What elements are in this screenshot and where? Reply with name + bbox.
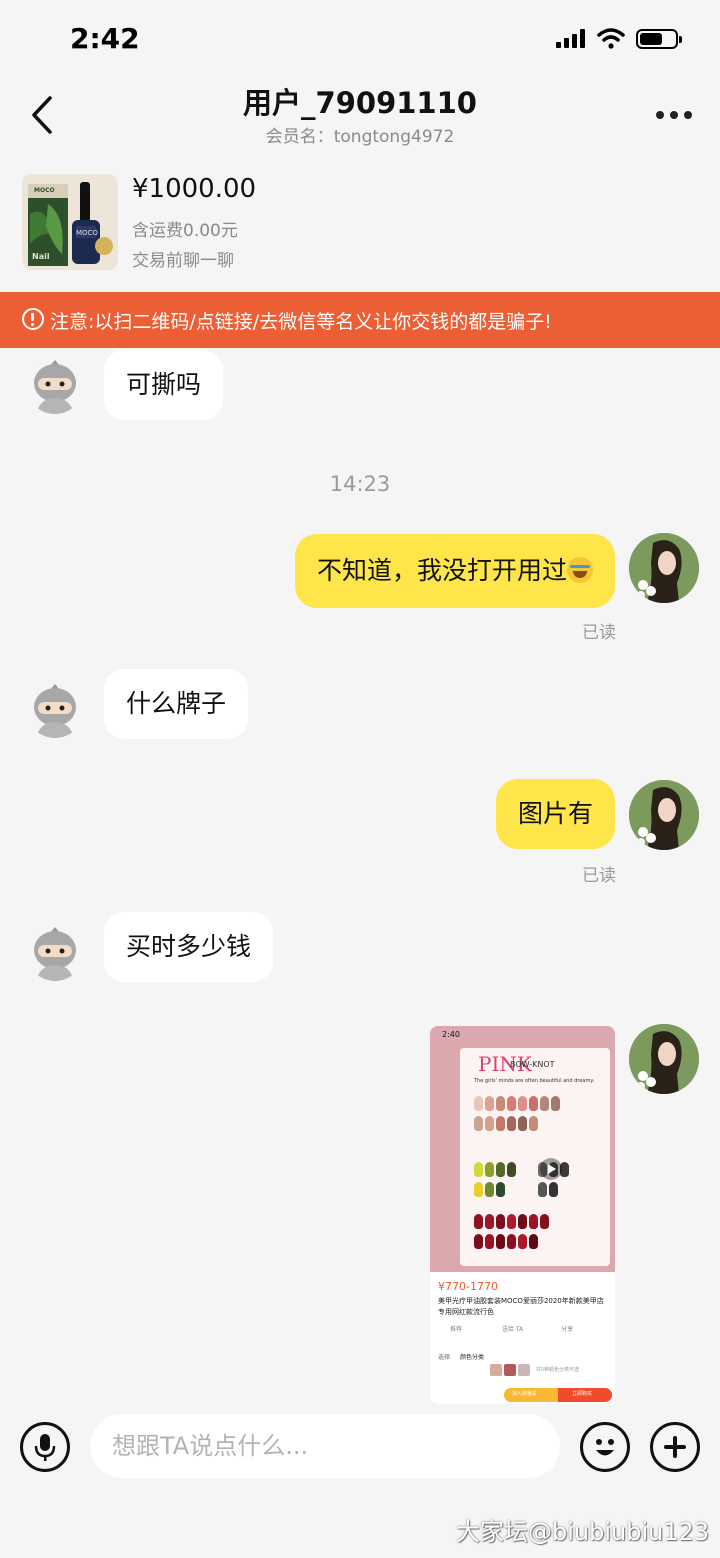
mic-glyph xyxy=(34,1434,56,1461)
profile-photo-icon xyxy=(629,780,699,850)
thumb-brand-bottle: MOCO xyxy=(76,229,98,237)
status-time: 2:42 xyxy=(70,22,140,55)
message-timestamp: 14:23 xyxy=(329,472,391,496)
product-card[interactable]: MOCO MOCO Nail ¥1000.00 含运费0.00元 交易前聊一聊 xyxy=(0,160,720,290)
message-text: 不知道，我没打开用过 xyxy=(316,556,567,585)
nail-row-green-2 xyxy=(474,1182,558,1197)
nail-swatch-card: PINK BOW-KNOT The girls' minds are often… xyxy=(460,1048,610,1266)
alert-icon xyxy=(22,308,44,330)
screenshot-select: 选择 颜色分类 xyxy=(438,1352,484,1361)
screenshot-gift: 送给 TA xyxy=(501,1326,524,1333)
more-horizontal-icon[interactable] xyxy=(652,102,696,126)
screenshot-subheading: BOW-KNOT xyxy=(510,1060,555,1069)
fraud-warning-banner: 注意:以扫二维码/点链接/去微信等名义让你交钱的都是骗子! xyxy=(0,292,720,348)
screenshot-time: 2:40 xyxy=(442,1030,460,1039)
product-thumbnail[interactable]: MOCO MOCO Nail xyxy=(22,174,118,270)
status-bar: 2:42 xyxy=(0,0,720,78)
message-input[interactable] xyxy=(90,1414,560,1478)
watermark: 大家坛@biubiubiu123 xyxy=(456,1518,710,1546)
chat-hint: 交易前聊一聊 xyxy=(132,251,234,271)
screenshot-select-label: 选择 xyxy=(438,1354,451,1361)
seller-avatar[interactable] xyxy=(26,923,84,981)
profile-photo-icon xyxy=(629,533,699,603)
seller-avatar[interactable] xyxy=(26,680,84,738)
message-bubble[interactable]: 可撕吗 xyxy=(104,350,224,420)
seller-avatar[interactable] xyxy=(26,356,84,414)
screenshot-product-info: ¥770-1770 美甲光疗甲油胶套装MOCO爱丽莎2020年新款美甲店专用网红… xyxy=(430,1272,615,1404)
profile-photo-icon xyxy=(629,1024,699,1094)
screenshot-cart-label: 加入购物车 xyxy=(512,1391,538,1397)
warning-text: 注意:以扫二维码/点链接/去微信等名义让你交钱的都是骗子! xyxy=(50,311,552,333)
screenshot-select-value: 颜色分类 xyxy=(459,1354,484,1361)
smiley-glyph xyxy=(596,1439,614,1456)
user-avatar[interactable] xyxy=(629,780,699,850)
image-message[interactable]: 2:40 PINK BOW-KNOT The girls' minds are … xyxy=(430,1026,615,1404)
screenshot-product-image: 2:40 PINK BOW-KNOT The girls' minds are … xyxy=(430,1026,615,1272)
ninja-avatar-icon xyxy=(26,923,84,981)
screenshot-price: ¥770-1770 xyxy=(438,1280,498,1293)
message-bubble[interactable]: 不知道，我没打开用过 xyxy=(294,534,615,608)
read-receipt: 已读 xyxy=(582,866,616,886)
user-avatar[interactable] xyxy=(629,1024,699,1094)
message-bubble[interactable]: 买时多少钱 xyxy=(104,912,274,982)
emoji-icon[interactable] xyxy=(580,1422,630,1472)
message-list[interactable]: 可撕吗 14:23 不知道，我没打开用过 已读 什么牌子 图片有 已读 买时多少… xyxy=(0,348,720,1404)
screenshot-swatches: 共5种颜色分类可选 xyxy=(490,1364,579,1376)
nail-row-red xyxy=(474,1214,549,1229)
nail-row-pink xyxy=(474,1096,560,1111)
message-bubble[interactable]: 图片有 xyxy=(495,779,615,849)
nail-row-red-2 xyxy=(474,1234,538,1249)
read-receipt: 已读 xyxy=(582,623,616,643)
screenshot-options-hint: 共5种颜色分类可选 xyxy=(536,1367,580,1373)
battery-level xyxy=(640,33,662,45)
user-avatar[interactable] xyxy=(629,533,699,603)
member-name: 会员名：tongtong4972 xyxy=(265,127,455,147)
screenshot-actions: 推荐 送给 TA 分享 xyxy=(438,1324,608,1333)
wifi-icon xyxy=(597,28,625,49)
laughing-emoji-icon xyxy=(567,557,593,583)
screenshot-tagline: The girls' minds are often beautiful and… xyxy=(474,1078,595,1084)
signal-icon xyxy=(556,28,586,48)
chat-header: 用户_79091110 会员名：tongtong4972 xyxy=(0,78,720,156)
thumb-label: Nail xyxy=(32,252,50,261)
nail-row-pink-2 xyxy=(474,1116,538,1131)
shipping-info: 含运费0.00元 xyxy=(132,221,238,241)
battery-icon xyxy=(636,29,682,49)
microphone-icon[interactable] xyxy=(20,1422,70,1472)
screenshot-share: 分享 xyxy=(561,1326,574,1333)
ninja-avatar-icon xyxy=(26,356,84,414)
screenshot-buy-label: 立即购买 xyxy=(572,1391,593,1397)
plus-icon[interactable] xyxy=(650,1422,700,1472)
page-title: 用户_79091110 xyxy=(243,86,477,120)
thumb-brand: MOCO xyxy=(34,187,55,194)
screenshot-recommend: 推荐 xyxy=(450,1326,463,1333)
message-bubble[interactable]: 什么牌子 xyxy=(104,669,249,739)
product-price: ¥1000.00 xyxy=(132,174,257,204)
screenshot-description: 美甲光疗甲油胶套装MOCO爱丽莎2020年新款美甲店专用网红款流行色 xyxy=(438,1297,604,1316)
input-bar xyxy=(0,1404,720,1490)
play-icon xyxy=(540,1158,562,1180)
ninja-avatar-icon xyxy=(26,680,84,738)
